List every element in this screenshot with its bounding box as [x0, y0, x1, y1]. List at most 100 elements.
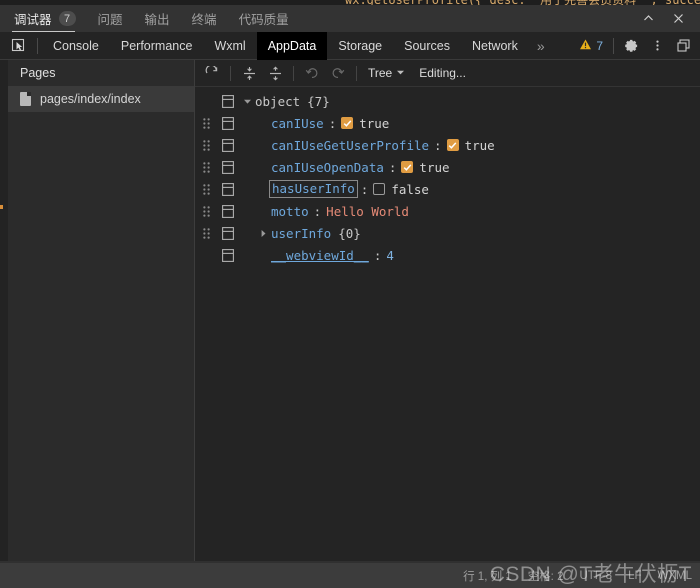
status-line-ending[interactable]: LF	[628, 570, 641, 582]
toolbar-divider	[293, 65, 294, 81]
tree-colon: :	[434, 137, 442, 153]
sidebar-item-pages-index-index[interactable]: pages/index/index	[8, 86, 194, 112]
checkbox-checked[interactable]	[401, 161, 414, 173]
drag-handle-icon[interactable]	[195, 112, 217, 134]
tab-sources[interactable]: Sources	[393, 32, 461, 60]
editing-status: Editing...	[419, 66, 466, 80]
status-encoding[interactable]: UTF-8	[579, 570, 612, 582]
tree-row[interactable]: canIUseOpenData : true	[195, 156, 700, 178]
tree-colon: :	[388, 159, 397, 175]
tab-performance[interactable]: Performance	[110, 32, 204, 60]
tree-row[interactable]: canIUse : true	[195, 112, 700, 134]
tree-value[interactable]: false	[391, 182, 429, 197]
tab-label: Performance	[120, 38, 193, 53]
chevron-up-icon[interactable]	[633, 6, 663, 32]
expand-all-icon[interactable]	[262, 61, 288, 85]
grip-placeholder	[195, 90, 217, 112]
chevron-down-icon[interactable]	[396, 68, 411, 79]
tree-key[interactable]: motto	[271, 204, 309, 219]
panel-tab-code-quality[interactable]: 代码质量	[228, 5, 300, 32]
status-cursor-position[interactable]: 行 1, 列 1	[463, 568, 512, 584]
warning-triangle-icon	[579, 38, 592, 54]
tree-colon: :	[313, 203, 322, 219]
tree-row-root[interactable]: object {7}	[195, 90, 700, 112]
checkbox-unchecked[interactable]	[373, 183, 386, 195]
twisty-expanded-icon[interactable]	[239, 90, 255, 112]
tree-value[interactable]: true	[419, 160, 449, 175]
more-vertical-icon[interactable]	[644, 32, 670, 60]
tree-root-label: object	[255, 93, 301, 109]
panel-tab-label: 代码质量	[238, 13, 289, 27]
tree-colon: :	[373, 247, 382, 263]
pages-sidebar: Pages pages/index/index	[8, 60, 195, 563]
panel-tab-debugger[interactable]: 调试器 7	[0, 5, 87, 32]
tree-row[interactable]: userInfo {0}	[195, 222, 700, 244]
panel-tab-label: 问题	[97, 13, 123, 27]
warning-indicator[interactable]: 7	[573, 38, 609, 54]
tree-value-count: {0}	[338, 225, 361, 241]
tab-label: AppData	[267, 38, 317, 53]
panel-tab-problems[interactable]: 问题	[87, 5, 134, 32]
tree-root-count: {7}	[307, 93, 330, 109]
view-mode-label[interactable]: Tree	[362, 66, 396, 80]
devtools-tab-actions: 7	[573, 32, 700, 60]
tab-network[interactable]: Network	[461, 32, 529, 60]
drag-handle-icon[interactable]	[195, 156, 217, 178]
panel-tab-label: 输出	[144, 13, 170, 27]
tab-storage[interactable]: Storage	[327, 32, 393, 60]
toolbar-divider	[613, 37, 614, 54]
twisty-collapsed-icon[interactable]	[255, 222, 271, 244]
toolbar-divider	[356, 65, 357, 81]
gear-icon[interactable]	[618, 32, 644, 60]
tree-row[interactable]: __webviewId__ : 4	[195, 244, 700, 266]
undo-icon[interactable]	[299, 61, 325, 85]
close-icon[interactable]	[663, 6, 693, 32]
tree-key[interactable]: __webviewId__	[271, 248, 369, 263]
tab-console[interactable]: Console	[42, 32, 110, 60]
tab-label: Sources	[404, 38, 450, 53]
tree-key[interactable]: canIUseOpenData	[271, 160, 384, 175]
card-icon	[217, 90, 239, 112]
card-icon	[217, 178, 239, 200]
rail-marker	[0, 205, 3, 209]
tree-row[interactable]: canIUseGetUserProfile : true	[195, 134, 700, 156]
panel-tab-label: 调试器	[14, 13, 52, 27]
more-tabs-button[interactable]: »	[529, 32, 553, 60]
appdata-toolbar: Tree Editing...	[195, 60, 700, 87]
tree-value[interactable]: 4	[386, 248, 394, 263]
status-indentation[interactable]: 空格: 2	[528, 568, 564, 584]
tree-value[interactable]: true	[359, 116, 389, 131]
inspect-element-icon[interactable]	[3, 32, 33, 60]
drag-handle-icon[interactable]	[195, 200, 217, 222]
tree-key[interactable]: userInfo	[271, 226, 331, 241]
dock-panel-icon[interactable]	[670, 32, 696, 60]
panel-tab-output[interactable]: 输出	[134, 5, 181, 32]
tree-key[interactable]: canIUseGetUserProfile	[271, 138, 429, 153]
redo-icon[interactable]	[325, 61, 351, 85]
panel-tab-label: 终端	[191, 13, 217, 27]
panel-tab-badge: 7	[58, 11, 76, 26]
collapse-all-icon[interactable]	[236, 61, 262, 85]
panel-tab-terminal[interactable]: 终端	[181, 5, 228, 32]
drag-handle-icon[interactable]	[195, 178, 217, 200]
appdata-pane: Tree Editing... object {7} canIUse: tru…	[195, 60, 700, 563]
drag-handle-icon[interactable]	[195, 222, 217, 244]
panel-window-controls	[633, 6, 700, 32]
checkbox-checked[interactable]	[446, 139, 459, 151]
status-language-mode[interactable]: WXML	[658, 570, 693, 582]
tree-value[interactable]: true	[465, 138, 495, 153]
tab-label: Storage	[338, 38, 383, 53]
toolbar-divider	[37, 37, 38, 54]
tab-appdata[interactable]: AppData	[256, 31, 328, 60]
refresh-icon[interactable]	[199, 61, 225, 85]
tree-row-selected[interactable]: hasUserInfo : false	[195, 178, 700, 200]
tree-key[interactable]: canIUse	[271, 116, 324, 131]
tab-wxml[interactable]: Wxml	[203, 32, 256, 60]
tree-key-editable[interactable]: hasUserInfo	[269, 180, 358, 198]
tree-row[interactable]: motto : Hello World	[195, 200, 700, 222]
card-icon	[217, 134, 239, 156]
tree-value[interactable]: Hello World	[326, 204, 409, 219]
drag-handle-icon[interactable]	[195, 134, 217, 156]
checkbox-checked[interactable]	[341, 117, 354, 129]
tab-label: Console	[53, 38, 99, 53]
